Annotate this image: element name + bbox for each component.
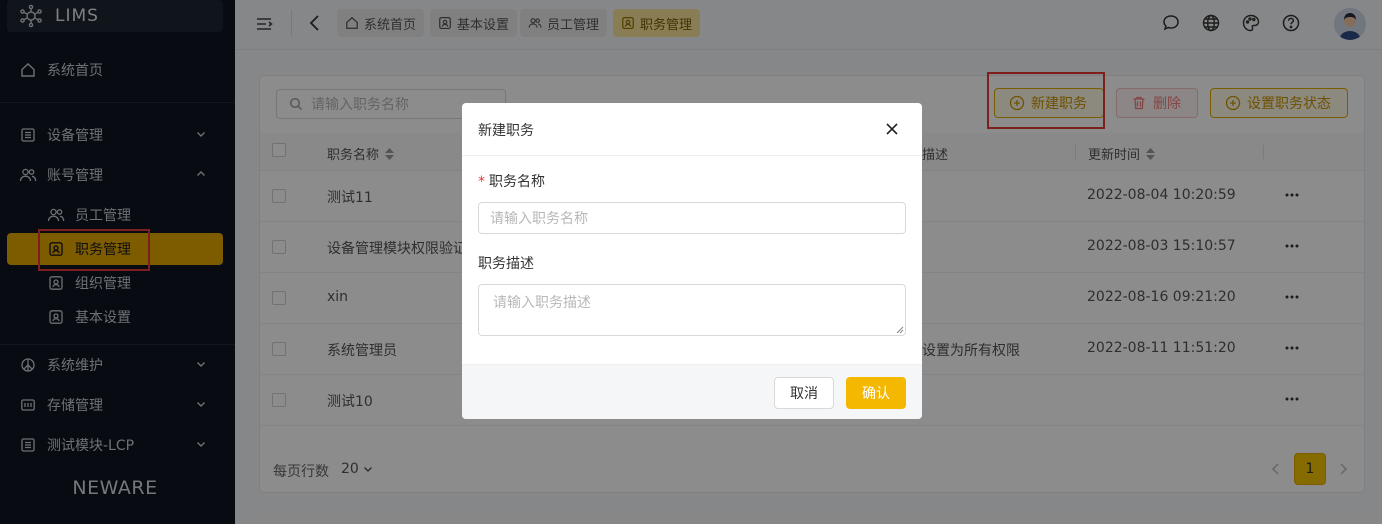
dialog-title: 新建职务 <box>478 123 534 139</box>
required-marker: * <box>478 174 485 190</box>
label-text: 职务名称 <box>489 174 545 190</box>
position-name-label: * 职务名称 <box>478 171 545 191</box>
cancel-button[interactable]: 取消 <box>774 377 834 409</box>
resize-grip-icon[interactable] <box>896 326 904 334</box>
new-position-dialog: 新建职务 * 职务名称 请输入职务名称 职务描述 请输入职务描述 取消 确认 <box>462 103 922 419</box>
dialog-divider <box>462 155 922 156</box>
dialog-footer: 取消 确认 <box>462 364 922 419</box>
position-name-input[interactable]: 请输入职务名称 <box>478 202 906 234</box>
textarea-placeholder: 请输入职务描述 <box>493 295 591 311</box>
input-placeholder: 请输入职务名称 <box>490 211 588 227</box>
position-desc-textarea[interactable]: 请输入职务描述 <box>478 284 906 336</box>
position-desc-label: 职务描述 <box>478 256 534 272</box>
close-icon[interactable] <box>884 121 900 137</box>
confirm-button[interactable]: 确认 <box>846 377 906 409</box>
